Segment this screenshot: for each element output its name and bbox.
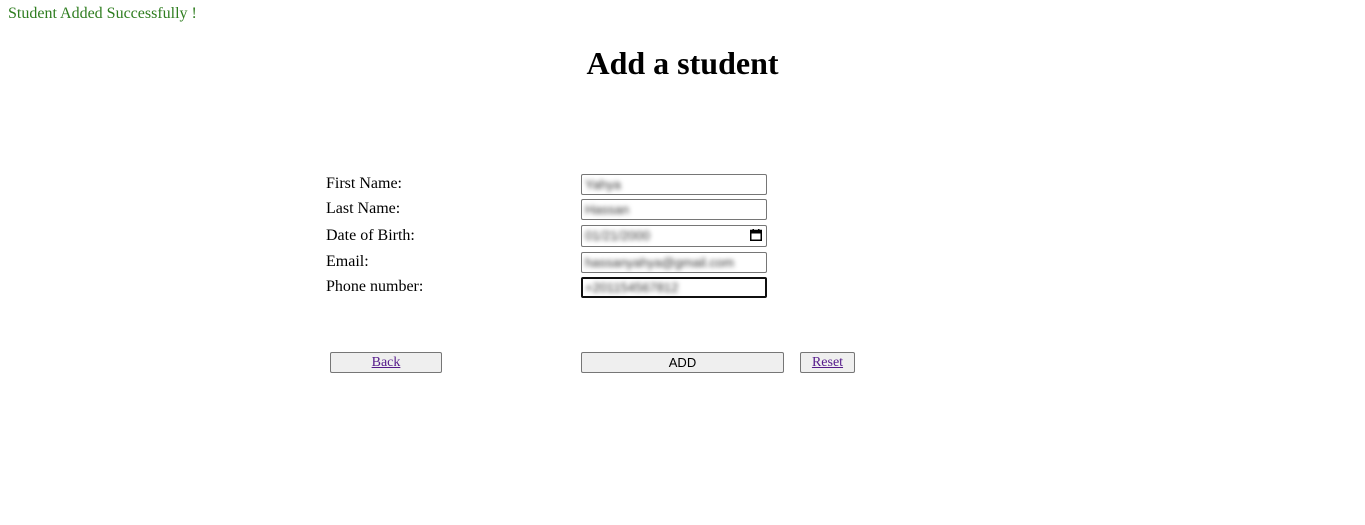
date-of-birth-input[interactable]: 01/21/2000 bbox=[581, 225, 767, 247]
first-name-value: Yahya bbox=[585, 177, 621, 192]
email-label: Email: bbox=[326, 253, 369, 270]
success-message: Student Added Successfully ! bbox=[8, 5, 197, 22]
page: Student Added Successfully ! Add a stude… bbox=[0, 0, 1365, 525]
back-button[interactable]: Back bbox=[330, 352, 442, 373]
date-of-birth-value: 01/21/2000 bbox=[585, 228, 651, 243]
last-name-input[interactable]: Hassan bbox=[581, 199, 767, 220]
page-title: Add a student bbox=[586, 45, 779, 81]
calendar-icon[interactable] bbox=[750, 229, 762, 241]
reset-button[interactable]: Reset bbox=[800, 352, 855, 373]
phone-number-label: Phone number: bbox=[326, 278, 424, 295]
date-of-birth-label: Date of Birth: bbox=[326, 227, 415, 244]
phone-number-input[interactable]: +201154567812 bbox=[581, 277, 767, 298]
first-name-input[interactable]: Yahya bbox=[581, 174, 767, 195]
last-name-value: Hassan bbox=[585, 202, 630, 217]
last-name-label: Last Name: bbox=[326, 200, 401, 217]
email-value: hassanyahya@gmail.com bbox=[585, 255, 735, 270]
add-button[interactable]: ADD bbox=[581, 352, 784, 373]
email-input[interactable]: hassanyahya@gmail.com bbox=[581, 252, 767, 273]
phone-number-value: +201154567812 bbox=[585, 280, 679, 295]
first-name-label: First Name: bbox=[326, 175, 402, 192]
